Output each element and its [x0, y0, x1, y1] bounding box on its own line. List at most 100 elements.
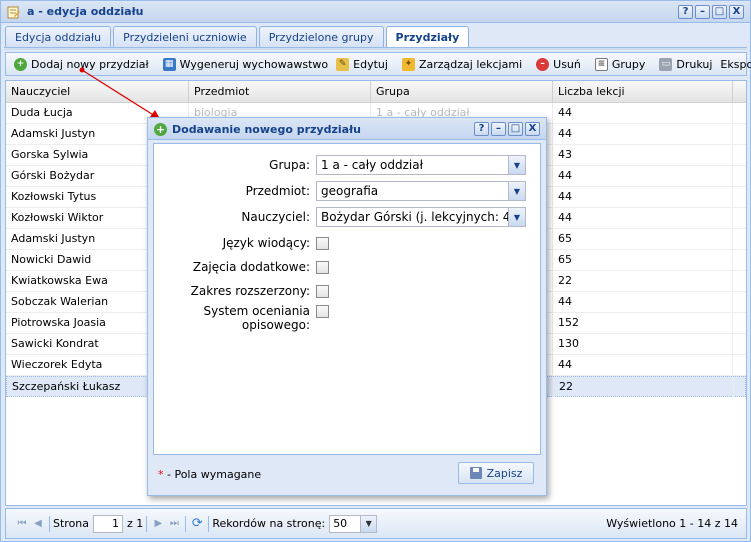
- manage-lessons-label: Zarządzaj lekcjami: [418, 57, 523, 71]
- minimize-button[interactable]: –: [695, 5, 710, 19]
- column-header-subject[interactable]: Przedmiot: [189, 81, 371, 103]
- tab-assigned-groups[interactable]: Przydzielone grupy: [258, 26, 384, 48]
- paging-toolbar: ⏮ ◀ Strona 1 z 1 ▶ ⏭ ⟳ Rekordów na stron…: [5, 508, 747, 539]
- subject-select[interactable]: geografia ▼: [316, 181, 526, 201]
- delete-button[interactable]: – Usuń: [532, 57, 585, 71]
- lesson-count-cell: 152: [553, 313, 733, 333]
- edit-label: Edytuj: [353, 57, 388, 71]
- chevron-down-icon: ▼: [508, 182, 525, 200]
- toolbar-separator: [146, 515, 148, 532]
- last-page-icon[interactable]: ⏭: [166, 516, 182, 532]
- lesson-count-cell: 43: [553, 145, 733, 165]
- group-label: Grupa:: [269, 158, 310, 172]
- edit-icon: ✎: [336, 57, 350, 71]
- export-label: Eksportuj: [720, 57, 751, 71]
- edit-class-icon: [7, 6, 20, 19]
- form-row-subject: Przedmiot: geografia ▼: [154, 180, 542, 202]
- dialog-tool-buttons: ? – □ X: [474, 122, 540, 136]
- records-per-page-value: 50: [333, 517, 348, 530]
- export-button[interactable]: Eksportuj ▼: [716, 58, 751, 71]
- previous-page-icon[interactable]: ◀: [30, 516, 46, 532]
- descriptive-grading-checkbox[interactable]: [316, 305, 329, 318]
- form-row-group: Grupa: 1 a - cały oddział ▼: [154, 154, 542, 176]
- records-per-page-label: Rekordów na stronę:: [212, 517, 326, 530]
- generate-tutorship-button[interactable]: ▦ Wygeneruj wychowawstwo: [159, 57, 333, 71]
- grid-icon: ▦: [162, 57, 176, 71]
- generate-tutorship-label: Wygeneruj wychowawstwo: [179, 57, 329, 71]
- dialog-titlebar: + Dodawanie nowego przydziału ? – □ X: [148, 118, 546, 140]
- edit-button[interactable]: ✎ Edytuj: [332, 57, 392, 71]
- tab-class-edit[interactable]: Edycja oddziału: [5, 26, 112, 48]
- tab-strip: Edycja oddziału Przydzieleni uczniowie P…: [5, 26, 470, 49]
- add-assignment-button[interactable]: + Dodaj nowy przydział: [10, 57, 153, 71]
- save-icon: [469, 467, 482, 479]
- form-row-leading-language: Język wiodący:: [154, 232, 542, 254]
- chevron-down-icon: ▼: [360, 515, 377, 532]
- column-header-teacher[interactable]: Nauczyciel: [6, 81, 189, 103]
- dialog-help-button[interactable]: ?: [474, 122, 489, 136]
- window-title: a - edycja oddziału: [27, 5, 144, 18]
- wand-icon: ✦: [401, 57, 415, 71]
- lesson-count-cell: 44: [553, 292, 733, 312]
- extended-scope-label: Zakres rozszerzony:: [190, 284, 310, 298]
- descriptive-grading-label: System oceniania opisowego:: [154, 304, 314, 332]
- dialog-footer: * - Pola wymagane Zapisz: [148, 458, 546, 494]
- refresh-icon[interactable]: ⟳: [189, 516, 205, 532]
- group-select[interactable]: 1 a - cały oddział ▼: [316, 155, 526, 175]
- dialog-maximize-button[interactable]: □: [508, 122, 523, 136]
- column-header-group[interactable]: Grupa: [371, 81, 553, 103]
- extra-classes-checkbox[interactable]: [316, 260, 329, 274]
- toolbar-separator: [208, 515, 210, 532]
- grid-header: Nauczyciel Przedmiot Grupa Liczba lekcji: [6, 81, 746, 103]
- page-number-input[interactable]: 1: [93, 514, 124, 533]
- add-assignment-label: Dodaj nowy przydział: [31, 57, 149, 71]
- dialog-minimize-button[interactable]: –: [491, 122, 506, 136]
- display-info: Wyświetlono 1 - 14 z 14: [606, 517, 738, 530]
- first-page-icon[interactable]: ⏮: [14, 516, 30, 532]
- teacher-value: Bożydar Górski (j. lekcyjnych: 44): [321, 210, 508, 224]
- next-page-icon[interactable]: ▶: [150, 516, 166, 532]
- close-button[interactable]: X: [729, 5, 744, 19]
- add-icon: +: [154, 123, 167, 136]
- subject-value: geografia: [321, 184, 379, 198]
- toolbar-separator: [49, 515, 50, 532]
- save-label: Zapisz: [486, 466, 523, 480]
- leading-language-label: Język wiodący:: [222, 236, 310, 250]
- save-button[interactable]: Zapisz: [458, 462, 534, 484]
- lesson-count-cell: 44: [553, 103, 733, 123]
- lesson-count-cell: 65: [553, 250, 733, 270]
- toolbar-separator: [185, 515, 187, 532]
- page-count-label: z 1: [127, 517, 144, 530]
- lesson-count-cell: 130: [553, 334, 733, 354]
- form-row-extra-classes: Zajęcia dodatkowe:: [154, 256, 542, 278]
- lesson-count-cell: 22: [554, 377, 734, 397]
- extended-scope-checkbox[interactable]: [316, 284, 329, 298]
- column-header-lesson-count[interactable]: Liczba lekcji: [553, 81, 733, 103]
- groups-button[interactable]: ≡ Grupy: [591, 57, 650, 71]
- maximize-button[interactable]: □: [712, 5, 727, 19]
- lesson-count-cell: 22: [553, 271, 733, 291]
- help-button[interactable]: ?: [678, 5, 693, 19]
- window-titlebar: a - edycja oddziału ? – □ X: [1, 1, 750, 23]
- form-row-descriptive-grading: System oceniania opisowego:: [154, 304, 542, 334]
- tab-assigned-students[interactable]: Przydzieleni uczniowie: [113, 26, 257, 48]
- lesson-count-cell: 44: [553, 187, 733, 207]
- tab-assignments[interactable]: Przydziały: [385, 26, 470, 49]
- window-tool-buttons: ? – □ X: [678, 5, 744, 19]
- manage-lessons-button[interactable]: ✦ Zarządzaj lekcjami: [398, 57, 526, 71]
- leading-language-checkbox[interactable]: [316, 236, 329, 250]
- tab-divider: [4, 47, 747, 50]
- dialog-close-button[interactable]: X: [525, 122, 540, 136]
- print-button[interactable]: ▭ Drukuj: [655, 57, 716, 71]
- teacher-select[interactable]: Bożydar Górski (j. lekcyjnych: 44) ▼: [316, 207, 526, 227]
- lesson-count-cell: 44: [553, 166, 733, 186]
- descriptive-grading-label-line1: System oceniania: [203, 304, 310, 318]
- lesson-count-cell: 44: [553, 124, 733, 144]
- printer-icon: ▭: [659, 57, 673, 71]
- form-row-extended-scope: Zakres rozszerzony:: [154, 280, 542, 302]
- records-per-page-select[interactable]: 50 ▼: [329, 514, 378, 533]
- subject-label: Przedmiot:: [245, 184, 310, 198]
- print-label: Drukuj: [676, 57, 713, 71]
- required-text: - Pola wymagane: [163, 468, 262, 481]
- add-assignment-dialog: + Dodawanie nowego przydziału ? – □ X Gr…: [147, 117, 547, 496]
